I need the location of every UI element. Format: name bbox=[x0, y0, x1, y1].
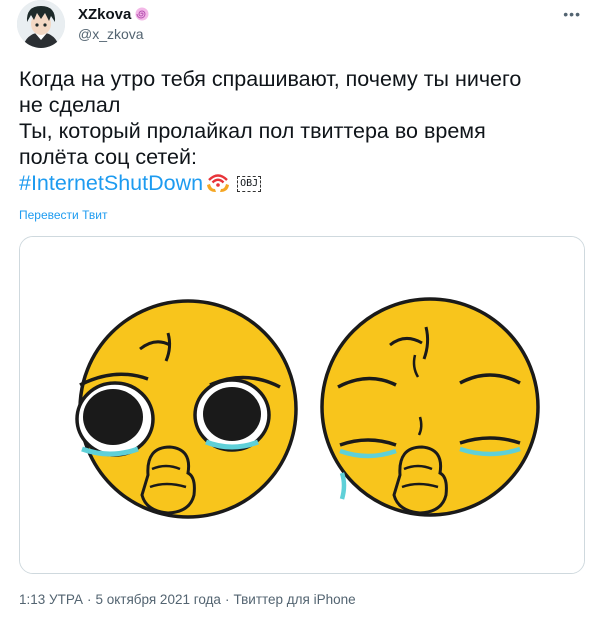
tweet-line: не сделал bbox=[19, 93, 121, 117]
meta-separator: · bbox=[86, 592, 92, 607]
hashtag-link[interactable]: #InternetShutDown bbox=[19, 171, 203, 195]
tweet-source[interactable]: Твиттер для iPhone bbox=[233, 592, 355, 607]
media-image[interactable] bbox=[19, 236, 585, 574]
tweet: XZkova @x_zkova ••• Когда на утро тебя с… bbox=[0, 0, 593, 618]
pleading-emoji-faces-image bbox=[20, 237, 584, 573]
wifi-hands-emoji-icon bbox=[205, 170, 231, 200]
name-row: XZkova bbox=[78, 5, 149, 23]
tweet-text: Когда на утро тебя спрашивают, почему ты… bbox=[19, 66, 579, 200]
tweet-line: Ты, который пролайкал пол твиттера во вр… bbox=[19, 119, 486, 143]
more-options-icon[interactable]: ••• bbox=[563, 6, 581, 22]
tweet-header: XZkova @x_zkova ••• bbox=[17, 0, 587, 52]
avatar[interactable] bbox=[17, 0, 65, 48]
pleading-face-left bbox=[75, 299, 298, 519]
tweet-time[interactable]: 1:13 УТРА bbox=[19, 592, 83, 607]
tweet-meta: 1:13 УТРА · 5 октября 2021 года · Твиттер дл… bbox=[19, 592, 356, 607]
tweet-line: полёта соц сетей: bbox=[19, 145, 197, 169]
swirl-emoji-icon bbox=[135, 7, 149, 21]
anime-avatar-icon bbox=[17, 0, 65, 48]
display-name[interactable]: XZkova bbox=[78, 6, 131, 23]
tweet-date[interactable]: 5 октября 2021 года bbox=[95, 592, 220, 607]
translate-link[interactable]: Перевести Твит bbox=[19, 208, 107, 222]
meta-separator: · bbox=[224, 592, 230, 607]
handle[interactable]: @x_zkova bbox=[78, 26, 149, 42]
hashtag-line: #InternetShutDown OBJ bbox=[19, 170, 579, 200]
obj-placeholder: OBJ bbox=[237, 176, 262, 192]
author: XZkova @x_zkova bbox=[78, 5, 149, 42]
tweet-line: Когда на утро тебя спрашивают, почему ты… bbox=[19, 67, 522, 91]
pleading-face-right bbox=[320, 297, 540, 517]
